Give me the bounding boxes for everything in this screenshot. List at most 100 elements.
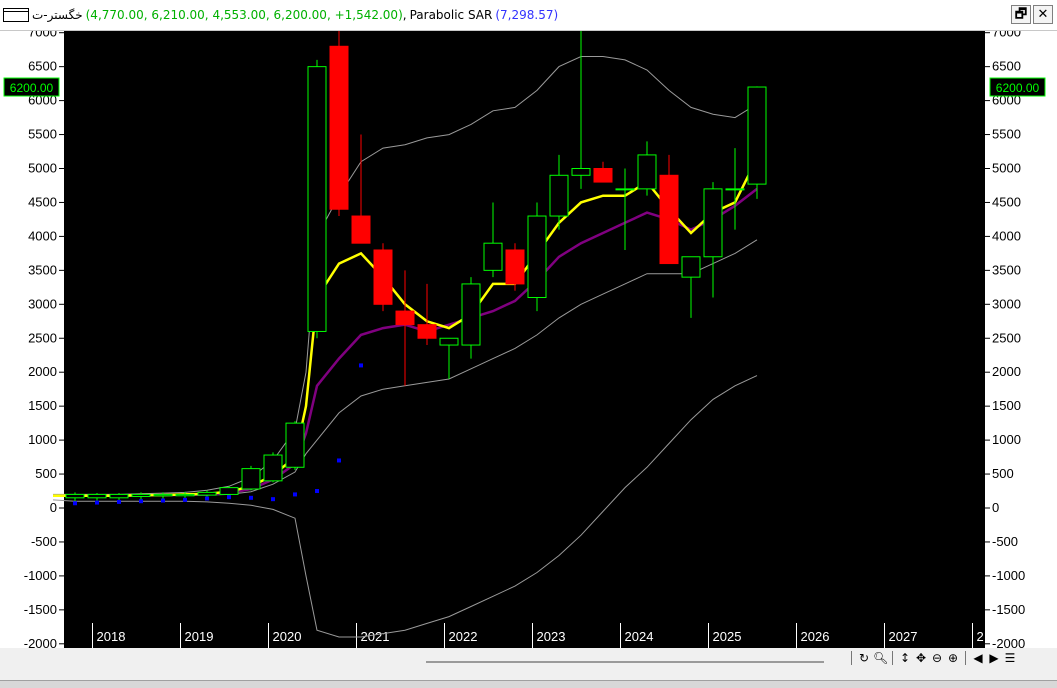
close-button[interactable]: ✕ bbox=[1033, 5, 1053, 24]
candle-body bbox=[571, 168, 591, 176]
scroll-left-icon[interactable]: ◀ bbox=[971, 651, 985, 665]
window-titlebar: خگستر-ت (4,770.00, 6,210.00, 4,553.00, 6… bbox=[0, 0, 1057, 31]
candle-body bbox=[461, 283, 481, 346]
y-tick-label-left: 2000 bbox=[28, 364, 57, 379]
x-tick-label: 2022 bbox=[449, 629, 478, 644]
x-tick-label: 2020 bbox=[273, 629, 302, 644]
y-tick-label-right: 3000 bbox=[992, 296, 1021, 311]
sar-dot bbox=[73, 501, 77, 506]
x-tick-label: 2025 bbox=[713, 629, 742, 644]
y-tick-label-left: 5500 bbox=[28, 127, 57, 142]
zoom-in-icon[interactable]: ⊕ bbox=[946, 651, 960, 665]
y-tick-label-right: 5000 bbox=[992, 161, 1021, 176]
candle-body bbox=[87, 493, 107, 499]
sar-dot bbox=[183, 497, 187, 502]
indicator-value: (7,298.57) bbox=[495, 8, 559, 22]
zoom-icon[interactable]: 🔍︎ bbox=[873, 651, 888, 665]
plot-area bbox=[0, 31, 1057, 648]
candle-body bbox=[373, 249, 393, 305]
y-tick-label-right: -2000 bbox=[992, 636, 1025, 648]
y-tick-label-right: -1500 bbox=[992, 602, 1025, 617]
y-tick-label-right: 1500 bbox=[992, 398, 1021, 413]
sar-dot bbox=[139, 499, 143, 504]
candle-body bbox=[593, 168, 613, 183]
y-tick-label-right: 3500 bbox=[992, 262, 1021, 277]
toolbar-icons: ↻ 🔍︎ ↕ ✥ ⊖ ⊕ ◀ ▶ ☰ bbox=[848, 651, 1017, 665]
y-tick-label-right: -1000 bbox=[992, 568, 1025, 583]
candle-body bbox=[351, 215, 371, 244]
y-tick-label-left: -1000 bbox=[24, 568, 57, 583]
sar-dot bbox=[95, 500, 99, 505]
candle-body bbox=[329, 45, 349, 210]
restore-button[interactable]: 🗗 bbox=[1011, 5, 1031, 24]
move-icon[interactable]: ✥ bbox=[914, 651, 928, 665]
x-tick-label: 2023 bbox=[537, 629, 566, 644]
y-tick-label-left: -500 bbox=[31, 534, 57, 549]
sar-dot bbox=[359, 363, 363, 368]
y-tick-label-left: 4500 bbox=[28, 194, 57, 209]
y-tick-label-left: 7000 bbox=[28, 31, 57, 40]
y-tick-label-left: 5000 bbox=[28, 161, 57, 176]
symbol-name: خگستر-ت bbox=[32, 8, 83, 22]
sar-dot bbox=[337, 458, 341, 463]
sar-dot bbox=[117, 499, 121, 504]
y-tick-label-left: 2500 bbox=[28, 330, 57, 345]
x-tick-label: 2027 bbox=[889, 629, 918, 644]
ohlc-values: (4,770.00, 6,210.00, 4,553.00, 6,200.00,… bbox=[85, 8, 403, 22]
toolbar-divider bbox=[851, 651, 852, 665]
candle-body bbox=[681, 256, 701, 278]
candle-body bbox=[307, 66, 327, 332]
window-icon[interactable] bbox=[3, 8, 29, 22]
candle-body bbox=[131, 493, 151, 497]
y-tick-label-left: 3500 bbox=[28, 262, 57, 277]
price-chart[interactable]: -3000-3000-2500-2500-2000-2000-1500-1500… bbox=[0, 31, 1057, 648]
chart-toolbar: ↻ 🔍︎ ↕ ✥ ⊖ ⊕ ◀ ▶ ☰ bbox=[0, 648, 1057, 674]
chart-title: خگستر-ت (4,770.00, 6,210.00, 4,553.00, 6… bbox=[3, 5, 558, 25]
title-separator: , bbox=[402, 8, 407, 22]
y-tick-label-right: 500 bbox=[992, 466, 1014, 481]
x-tick-label: 2018 bbox=[97, 629, 126, 644]
candle-body bbox=[197, 491, 217, 496]
sar-dot bbox=[315, 489, 319, 494]
candle-body bbox=[263, 454, 283, 482]
y-tick-label-right: 4500 bbox=[992, 194, 1021, 209]
candle-body bbox=[549, 174, 569, 217]
candle-body bbox=[505, 249, 525, 285]
scroll-right-icon[interactable]: ▶ bbox=[987, 651, 1001, 665]
y-tick-label-right: 5500 bbox=[992, 127, 1021, 142]
candle-body bbox=[747, 86, 767, 185]
y-tick-label-right: -500 bbox=[992, 534, 1018, 549]
vertical-resize-icon[interactable]: ↕ bbox=[898, 651, 912, 665]
price-label-left: 6200.00 bbox=[10, 81, 54, 95]
menu-icon[interactable]: ☰ bbox=[1003, 651, 1017, 665]
candle-body bbox=[637, 154, 657, 190]
candle-body bbox=[439, 337, 459, 346]
y-tick-label-right: 2500 bbox=[992, 330, 1021, 345]
sar-dot bbox=[271, 497, 275, 502]
zoom-out-icon[interactable]: ⊖ bbox=[930, 651, 944, 665]
toolbar-divider bbox=[965, 651, 966, 665]
x-tick-label: 2026 bbox=[801, 629, 830, 644]
y-tick-label-left: 4000 bbox=[28, 228, 57, 243]
y-tick-label-left: 1500 bbox=[28, 398, 57, 413]
candle-body bbox=[153, 493, 173, 497]
y-tick-label-left: 500 bbox=[35, 466, 57, 481]
x-tick-label: 2019 bbox=[185, 629, 214, 644]
x-tick-label: 2 bbox=[977, 629, 984, 644]
y-tick-label-left: 0 bbox=[50, 500, 57, 515]
horizontal-scrollbar[interactable] bbox=[426, 661, 824, 663]
candle-body bbox=[241, 468, 261, 490]
candle-body bbox=[65, 493, 85, 499]
candle-body bbox=[395, 310, 415, 326]
refresh-icon[interactable]: ↻ bbox=[857, 651, 871, 665]
y-tick-label-left: 6500 bbox=[28, 59, 57, 74]
candle-body bbox=[527, 215, 547, 299]
candle-body bbox=[703, 188, 723, 258]
indicator-name: Parabolic SAR bbox=[409, 8, 493, 22]
y-tick-label-right: 4000 bbox=[992, 228, 1021, 243]
y-tick-label-right: 6500 bbox=[992, 59, 1021, 74]
y-tick-label-right: 7000 bbox=[992, 31, 1021, 40]
y-tick-label-left: -1500 bbox=[24, 602, 57, 617]
price-label-right: 6200.00 bbox=[996, 81, 1040, 95]
candle-body bbox=[219, 487, 239, 495]
